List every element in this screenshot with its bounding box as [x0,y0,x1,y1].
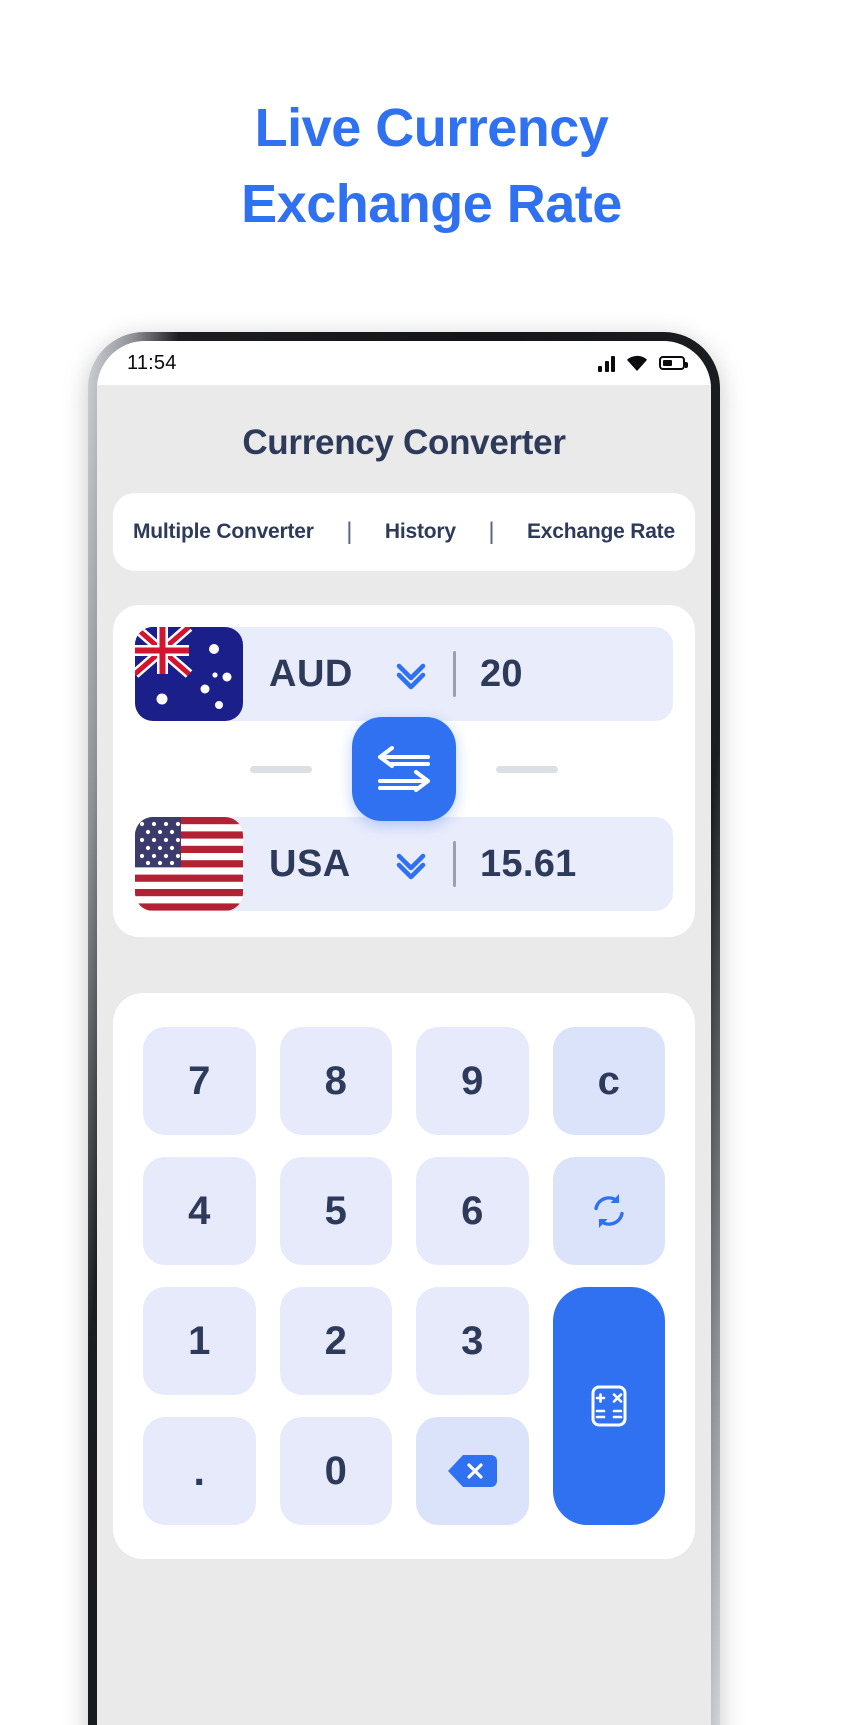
currency-value-from[interactable]: 20 [480,653,523,696]
tab-exchange-rate[interactable]: Exchange Rate [527,520,675,544]
app-content: Currency Converter Multiple Converter | … [97,385,711,1725]
key-5[interactable]: 5 [279,1157,392,1265]
australia-flag-icon [135,627,243,721]
status-bar: 11:54 [97,341,711,385]
swap-arrows-icon [378,746,430,792]
key-backspace[interactable] [416,1417,529,1525]
headline-line-2: Exchange Rate [241,174,622,234]
currency-code-to: USA [269,842,351,885]
row-divider-to [453,841,456,887]
key-7[interactable]: 7 [143,1027,256,1135]
phone-screen: 11:54 Currency Converter Multiple Conver… [97,341,711,1725]
double-chevron-down-icon-from[interactable] [389,652,433,696]
currency-code-from: AUD [269,652,353,695]
key-0[interactable]: 0 [279,1417,392,1525]
currency-row-from[interactable]: AUD 20 [135,627,673,721]
swap-dash-right [496,765,558,773]
key-8[interactable]: 8 [279,1027,392,1135]
wifi-icon [626,355,648,372]
tab-divider-2: | [488,518,495,545]
key-1[interactable]: 1 [143,1287,256,1395]
phone-mockup: 11:54 Currency Converter Multiple Conver… [88,332,720,1725]
backspace-icon [448,1455,498,1487]
status-bar-icons [598,355,688,372]
key-decimal[interactable]: . [143,1417,256,1525]
keypad-card: 7 8 9 c 4 5 6 1 2 3 . 0 [113,993,695,1559]
tab-bar: Multiple Converter | History | Exchange … [113,493,695,571]
page-root: Live Currency Exchange Rate 11:54 Curren… [0,0,863,1725]
key-3[interactable]: 3 [416,1287,529,1395]
headline-line-1: Live Currency [254,98,609,158]
currency-row-to[interactable]: USA 15.61 [135,817,673,911]
key-6[interactable]: 6 [416,1157,529,1265]
key-calculate[interactable] [552,1287,665,1525]
page-title: Currency Converter [242,423,566,462]
key-clear[interactable]: c [552,1027,665,1135]
converter-card: AUD 20 USA 15.61 [113,605,695,937]
signal-icon [598,355,615,372]
refresh-icon [594,1194,624,1228]
battery-icon [659,356,688,370]
page-headline: Live Currency Exchange Rate [0,90,863,242]
tab-multiple-converter[interactable]: Multiple Converter [133,520,314,544]
key-refresh[interactable] [552,1157,665,1265]
swap-dash-left [250,765,312,773]
swap-currencies-button[interactable] [352,717,456,821]
key-9[interactable]: 9 [416,1027,529,1135]
currency-value-to[interactable]: 15.61 [480,843,577,886]
tab-divider-1: | [346,518,353,545]
double-chevron-down-icon-to[interactable] [389,842,433,886]
row-divider-from [453,651,456,697]
key-2[interactable]: 2 [279,1287,392,1395]
tab-history[interactable]: History [385,520,456,544]
status-bar-time: 11:54 [127,351,177,374]
swap-row [135,717,673,821]
usa-flag-icon [135,817,243,911]
keypad-grid: 7 8 9 c 4 5 6 1 2 3 . 0 [143,1027,665,1525]
key-4[interactable]: 4 [143,1157,256,1265]
calculator-icon [591,1385,627,1427]
